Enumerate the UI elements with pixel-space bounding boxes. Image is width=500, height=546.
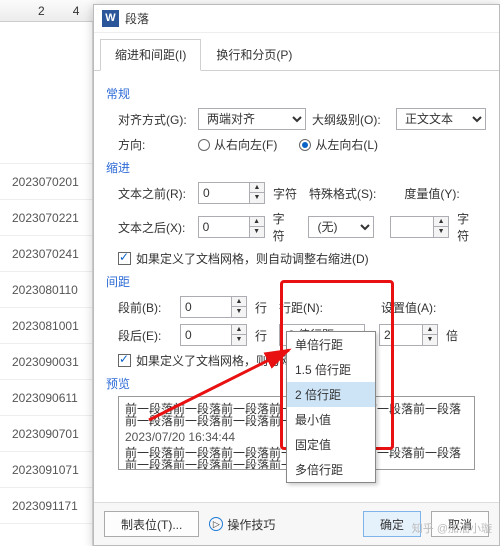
chevron-down-icon: ▼ — [232, 335, 246, 345]
tab-line-page-breaks[interactable]: 换行和分页(P) — [201, 39, 307, 70]
alignment-label: 对齐方式(G): — [118, 111, 192, 128]
dialog-title: 段落 — [125, 10, 149, 27]
list-item: 2023090701 — [0, 416, 92, 452]
space-before-label: 段前(B): — [118, 299, 174, 316]
tab-indent-spacing[interactable]: 缩进和间距(I) — [100, 39, 201, 71]
chevron-down-icon: ▼ — [434, 227, 448, 237]
section-general: 常规 — [106, 85, 487, 102]
line-spacing-dropdown: 单倍行距1.5 倍行距2 倍行距最小值固定值多倍行距 — [286, 331, 376, 483]
list-item: 2023070241 — [0, 236, 92, 272]
paragraph-dialog: W 段落 缩进和间距(I) 换行和分页(P) 常规 对齐方式(G): 两端对齐 … — [93, 4, 500, 546]
list-item: 2023070221 — [0, 200, 92, 236]
special-label: 特殊格式(S): — [309, 185, 376, 202]
space-before-spinner[interactable]: ▲▼ — [180, 296, 247, 318]
at-label: 设置值(A): — [381, 299, 449, 316]
chevron-up-icon: ▲ — [250, 217, 264, 227]
chevron-up-icon: ▲ — [423, 325, 437, 335]
chevron-up-icon: ▲ — [232, 325, 246, 335]
list-item: 2023091171 — [0, 488, 92, 524]
by-spinner[interactable]: ▲▼ — [390, 216, 449, 238]
indent-after-label: 文本之后(X): — [118, 219, 192, 236]
watermark: 知乎 @加油小璇 — [412, 520, 492, 536]
ruler-tick: 2 — [38, 4, 45, 18]
line-spacing-label: 行距(N): — [279, 299, 335, 316]
dialog-tabs: 缩进和间距(I) 换行和分页(P) — [94, 33, 499, 71]
outline-label: 大纲级别(O): — [312, 111, 390, 128]
direction-label: 方向: — [118, 136, 192, 153]
chevron-up-icon: ▲ — [434, 217, 448, 227]
chevron-down-icon: ▼ — [232, 307, 246, 317]
dropdown-option[interactable]: 1.5 倍行距 — [287, 357, 375, 382]
dropdown-option[interactable]: 2 倍行距 — [287, 382, 375, 407]
dropdown-option[interactable]: 固定值 — [287, 432, 375, 457]
space-after-spinner[interactable]: ▲▼ — [180, 324, 247, 346]
list-item: 2023090611 — [0, 380, 92, 416]
dropdown-option[interactable]: 单倍行距 — [287, 332, 375, 357]
indent-before-label: 文本之前(R): — [118, 185, 192, 202]
indent-after-spinner[interactable]: ▲▼ — [198, 216, 265, 238]
section-indent: 缩进 — [106, 159, 487, 176]
by-label: 度量值(Y): — [404, 185, 459, 202]
list-item: 2023090031 — [0, 344, 92, 380]
list-item: 2023080110 — [0, 272, 92, 308]
tabs-button[interactable]: 制表位(T)... — [104, 511, 199, 537]
list-item: 2023081001 — [0, 308, 92, 344]
list-item: 2023070201 — [0, 164, 92, 200]
chevron-up-icon: ▲ — [250, 183, 264, 193]
dropdown-option[interactable]: 最小值 — [287, 407, 375, 432]
auto-adjust-indent-checkbox[interactable]: 如果定义了文档网格，则自动调整右缩进(D) — [118, 250, 487, 267]
alignment-select[interactable]: 两端对齐 — [198, 108, 306, 130]
outline-select[interactable]: 正文文本 — [396, 108, 486, 130]
direction-ltr-radio[interactable]: 从左向右(L) — [299, 136, 378, 153]
dropdown-option[interactable]: 多倍行距 — [287, 457, 375, 482]
play-icon: ▷ — [209, 517, 223, 531]
indent-before-spinner[interactable]: ▲▼ — [198, 182, 265, 204]
space-after-label: 段后(E): — [118, 327, 174, 344]
titlebar: W 段落 — [94, 5, 499, 33]
chevron-down-icon: ▼ — [423, 335, 437, 345]
ruler-tick: 4 — [73, 4, 80, 18]
section-spacing: 间距 — [106, 273, 487, 290]
chevron-down-icon: ▼ — [250, 227, 264, 237]
document-column: 2023070201202307022120230702412023080110… — [0, 22, 93, 546]
chevron-up-icon: ▲ — [232, 297, 246, 307]
at-spinner[interactable]: ▲▼ — [379, 324, 438, 346]
tips-link[interactable]: ▷操作技巧 — [209, 516, 275, 533]
special-select[interactable]: (无) — [308, 216, 374, 238]
list-item: 2023091071 — [0, 452, 92, 488]
chevron-down-icon: ▼ — [250, 193, 264, 203]
word-icon: W — [102, 10, 119, 27]
direction-rtl-radio[interactable]: 从右向左(F) — [198, 136, 277, 153]
